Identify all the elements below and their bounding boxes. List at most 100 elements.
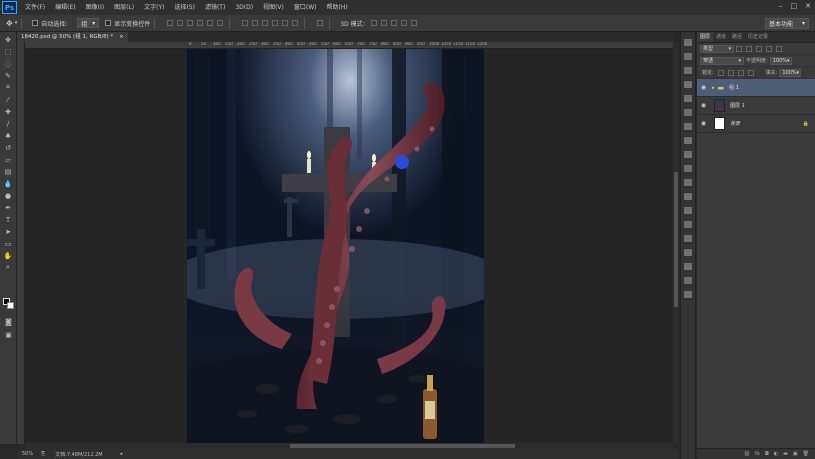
menu-edit[interactable]: 编辑(E) [50,0,80,15]
layer-row[interactable]: ◉ ▸ ▬ 组 1 [697,79,815,97]
swatches-panel-icon[interactable] [684,165,692,172]
menu-view[interactable]: 视图(V) [258,0,289,15]
history-brush-tool-icon[interactable]: ↺ [3,143,14,152]
fill-field[interactable]: 100% ▾ [779,68,802,77]
new-layer-icon[interactable]: ▣ [793,451,798,457]
shape-tool-icon[interactable]: ▭ [3,239,14,248]
type-tool-icon[interactable]: T [3,215,14,224]
brush-panel-icon[interactable] [684,95,692,102]
timeline-panel-icon[interactable] [684,263,692,270]
lock-all-icon[interactable] [747,69,754,76]
export-icon[interactable]: ⎘ [41,451,45,457]
opacity-field[interactable]: 100% ▾ [769,56,792,65]
info-circle-icon[interactable] [684,235,692,242]
3d-rotate-icon[interactable] [370,20,377,26]
pen-tool-icon[interactable]: ✒ [3,203,14,212]
show-transform-option[interactable]: 显示变换控件 [105,19,150,28]
background-color-swatch[interactable] [7,302,14,309]
menu-filter[interactable]: 滤镜(T) [200,0,230,15]
filter-smart-object-icon[interactable] [776,45,782,52]
path-select-tool-icon[interactable]: ➤ [3,227,14,236]
screen-mode-icon[interactable]: ▣ [3,330,14,339]
eye-icon[interactable]: ◉ [699,102,708,109]
distribute-left-icon[interactable] [272,20,279,26]
artwork-canvas[interactable] [187,49,484,443]
distribute-top-icon[interactable] [242,20,249,26]
layer-name[interactable]: 组 1 [729,84,739,91]
distribute-bottom-icon[interactable] [262,20,269,26]
auto-align-icon[interactable] [317,20,324,26]
eye-icon[interactable]: ◉ [699,120,708,127]
filter-shape-icon[interactable] [766,45,772,52]
move-tool-preset[interactable]: ✥ ▾ [6,19,17,28]
align-right-icon[interactable] [217,20,224,26]
tab-paths[interactable]: 路径 [729,32,745,42]
menu-select[interactable]: 选择(S) [169,0,200,15]
link-icon[interactable]: ⛓ [744,451,750,457]
quick-mask-icon[interactable]: ◙ [3,317,14,326]
auto-select-checkbox[interactable] [32,20,39,26]
layer-comps-panel-icon[interactable] [684,277,692,284]
layer-row[interactable]: ◉ 图层 1 [697,97,815,115]
blur-tool-icon[interactable]: 💧 [3,179,14,188]
auto-select-target-dropdown[interactable]: 组 ▾ [77,18,100,28]
menu-image[interactable]: 图像(I) [81,0,109,15]
kind-filter-dropdown[interactable]: 类型 ▾ [700,44,734,53]
move-tool-icon[interactable]: ✥ [3,35,14,44]
play-icon[interactable] [684,81,692,88]
folder-icon[interactable]: ▬ [783,451,788,457]
filter-adjustment-icon[interactable] [746,45,752,52]
crop-tool-icon[interactable]: ⌗ [3,83,14,92]
3d-panel-icon[interactable] [684,249,692,256]
histogram-panel-icon[interactable] [684,221,692,228]
tab-history[interactable]: 历史记录 [745,32,771,42]
vertical-scrollbar[interactable] [673,42,679,444]
clone-stamp-tool-icon[interactable]: ♣ [3,131,14,140]
brush-tool-icon[interactable]: ∕ [3,119,14,128]
lock-pixels-icon[interactable] [727,69,734,76]
minimize-button[interactable]: – [779,2,783,10]
paragraph-panel-icon[interactable] [684,291,692,298]
zoom-level[interactable]: 50% [22,451,33,457]
tab-layers[interactable]: 图层 [697,32,714,42]
layer-name[interactable]: 背景 [730,120,740,127]
align-bottom-icon[interactable] [187,20,194,26]
gradient-tool-icon[interactable]: ▤ [3,167,14,176]
eraser-tool-icon[interactable]: ▱ [3,155,14,164]
align-vcenter-icon[interactable] [177,20,184,26]
3d-scale-icon[interactable] [410,20,417,26]
properties-panel-icon[interactable] [684,67,692,74]
align-left-icon[interactable] [197,20,204,26]
distribute-right-icon[interactable] [292,20,299,26]
styles-panel-icon[interactable] [684,193,692,200]
3d-slide-icon[interactable] [400,20,407,26]
history-panel-icon[interactable] [684,39,692,46]
info-panel-icon[interactable] [684,137,692,144]
canvas-area[interactable] [25,49,673,443]
document-tab[interactable]: 18420.psd @ 50% (组 1, RGB/8) * × [17,32,128,42]
adjustments-panel-icon[interactable] [684,179,692,186]
close-button[interactable]: ✕ [805,2,811,10]
adjustment-icon[interactable]: ◐ [774,451,778,457]
blend-mode-dropdown[interactable]: 穿透 ▾ [700,56,744,65]
horizontal-scroll-thumb[interactable] [290,444,515,448]
status-menu-arrow-icon[interactable]: ▸ [121,451,124,457]
auto-select-option[interactable]: 自动选择： [32,19,71,28]
actions-panel-icon[interactable] [684,53,692,60]
vertical-scroll-thumb[interactable] [674,172,678,307]
layer-row[interactable]: ◉ 背景 🔒 [697,115,815,133]
navigator-panel-icon[interactable] [684,207,692,214]
expand-arrow-icon[interactable]: ▸ [712,85,715,91]
workspace-dropdown[interactable]: 基本功能 ▾ [765,18,809,29]
3d-drag-icon[interactable] [390,20,397,26]
maximize-button[interactable]: □ [791,2,798,10]
menu-window[interactable]: 窗口(W) [289,0,322,15]
show-transform-checkbox[interactable] [105,20,112,26]
menu-type[interactable]: 文字(Y) [139,0,169,15]
lock-position-icon[interactable] [737,69,744,76]
eye-icon[interactable]: ◉ [699,84,708,91]
close-tab-icon[interactable]: × [119,34,124,40]
eyedropper-tool-icon[interactable]: ⁄ [3,95,14,104]
healing-brush-tool-icon[interactable]: ✚ [3,107,14,116]
color-panel-icon[interactable] [684,151,692,158]
